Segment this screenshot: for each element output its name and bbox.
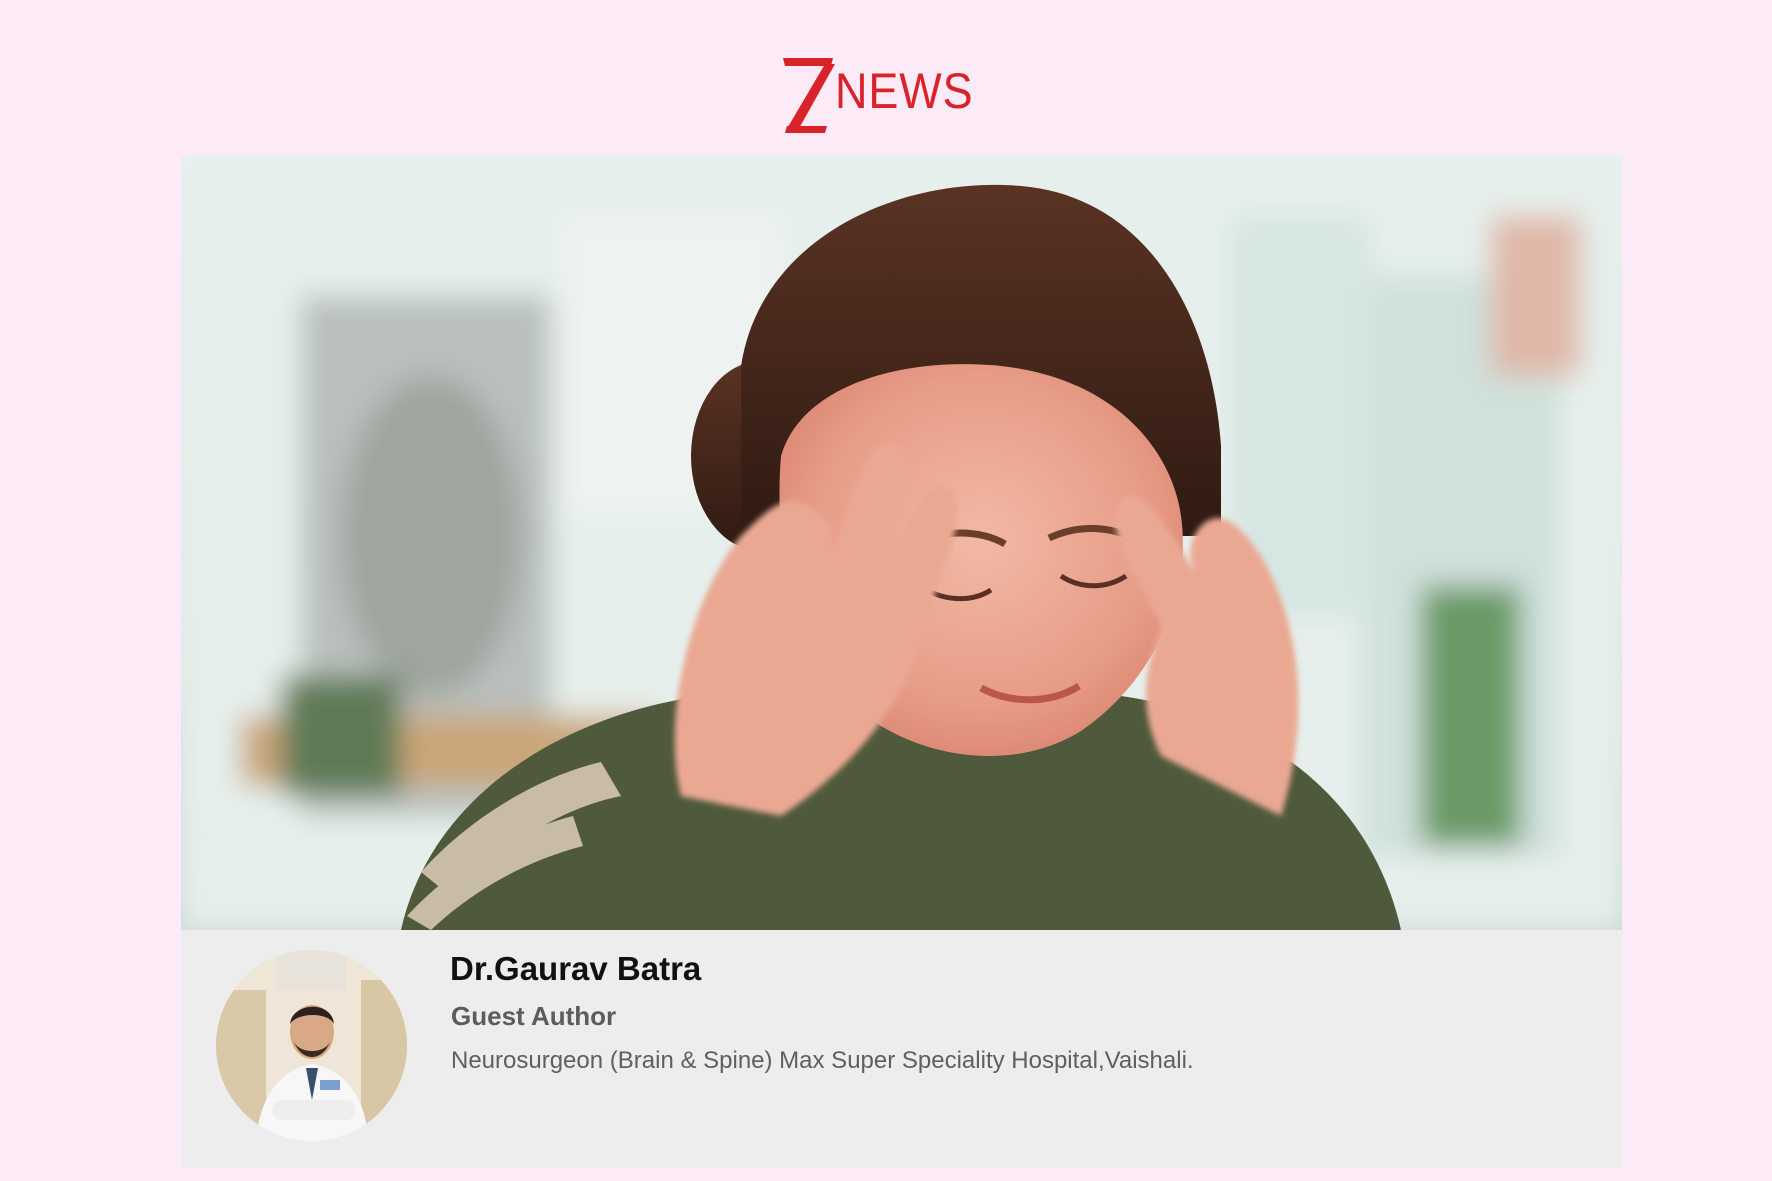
logo-text: NEWS bbox=[835, 63, 974, 119]
hero-image bbox=[181, 156, 1622, 930]
article-card: Dr.Gaurav Batra Guest Author Neurosurgeo… bbox=[181, 156, 1622, 1167]
z-news-logo[interactable]: NEWS bbox=[781, 54, 986, 134]
author-section: Dr.Gaurav Batra Guest Author Neurosurgeo… bbox=[181, 930, 1622, 1167]
author-avatar[interactable] bbox=[216, 950, 407, 1141]
z-logo-icon bbox=[781, 56, 837, 134]
author-role: Guest Author bbox=[451, 1001, 617, 1031]
author-bio: Neurosurgeon (Brain & Spine) Max Super S… bbox=[451, 1047, 1194, 1074]
author-name[interactable]: Dr.Gaurav Batra bbox=[450, 950, 701, 988]
